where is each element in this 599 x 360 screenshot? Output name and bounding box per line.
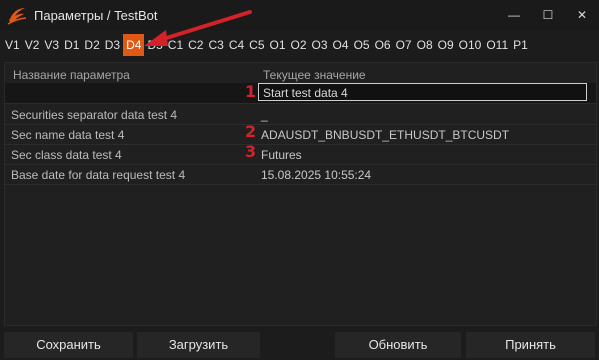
- apply-button[interactable]: Принять: [466, 332, 595, 358]
- tab-v1[interactable]: V1: [3, 34, 22, 56]
- param-name: Sec name data test 4: [11, 128, 125, 142]
- maximize-icon: ☐: [542, 8, 554, 22]
- minimize-icon: —: [508, 8, 520, 22]
- save-button[interactable]: Сохранить: [4, 332, 133, 358]
- param-value: _: [261, 108, 268, 122]
- table-row[interactable]: Securities separator data test 4 _: [5, 104, 596, 125]
- table-row[interactable]: Sec class data test 4 Futures: [5, 144, 596, 165]
- button-bar: Сохранить Загрузить Обновить Принять: [0, 330, 599, 360]
- value-edit-field[interactable]: Start test data 4: [258, 83, 587, 101]
- column-header-name: Название параметра: [13, 68, 130, 82]
- annotation-number-2: 2: [245, 122, 257, 141]
- maximize-button[interactable]: ☐: [531, 0, 565, 30]
- pointer-arrow-annotation: [144, 10, 252, 46]
- tab-v3[interactable]: V3: [42, 34, 62, 56]
- tab-o7[interactable]: O7: [393, 34, 414, 56]
- load-button[interactable]: Загрузить: [137, 332, 260, 358]
- param-name: Base date for data request test 4: [11, 168, 186, 182]
- refresh-button[interactable]: Обновить: [335, 332, 461, 358]
- close-icon: ✕: [576, 8, 588, 22]
- column-header-value: Текущее значение: [263, 68, 366, 82]
- tab-o10[interactable]: O10: [456, 34, 484, 56]
- tab-o4[interactable]: O4: [330, 34, 351, 56]
- tab-o11[interactable]: O11: [484, 34, 511, 56]
- annotation-number-1: 1: [245, 82, 257, 101]
- tab-v2[interactable]: V2: [22, 34, 42, 56]
- tab-d1[interactable]: D1: [62, 34, 82, 56]
- table-row[interactable]: Sec name data test 4 ADAUSDT_BNBUSDT_ETH…: [5, 124, 596, 145]
- close-button[interactable]: ✕: [565, 0, 599, 30]
- table-row[interactable]: Base date for data request test 4 15.08.…: [5, 164, 596, 185]
- tab-o8[interactable]: O8: [414, 34, 435, 56]
- tab-o3[interactable]: O3: [309, 34, 330, 56]
- tab-p1[interactable]: P1: [511, 34, 530, 56]
- param-value: Futures: [261, 148, 302, 162]
- parameters-table: Название параметра Текущее значение Star…: [4, 62, 597, 326]
- param-value: 15.08.2025 10:55:24: [261, 168, 372, 182]
- tab-d2[interactable]: D2: [82, 34, 102, 56]
- param-name: Sec class data test 4: [11, 148, 122, 162]
- tab-o1[interactable]: O1: [267, 34, 288, 56]
- tab-o2[interactable]: O2: [288, 34, 309, 56]
- app-logo-icon: [7, 8, 27, 25]
- title-bar: Параметры / TestBot — ☐ ✕: [0, 0, 599, 30]
- tab-o6[interactable]: O6: [372, 34, 393, 56]
- tab-o5[interactable]: O5: [351, 34, 372, 56]
- tab-d3[interactable]: D3: [102, 34, 123, 56]
- table-row-edit[interactable]: Start test data 4: [5, 83, 596, 104]
- annotation-number-3: 3: [245, 142, 257, 161]
- param-name: Securities separator data test 4: [11, 108, 178, 122]
- param-value: ADAUSDT_BNBUSDT_ETHUSDT_BTCUSDT: [261, 128, 510, 142]
- tab-o9[interactable]: O9: [435, 34, 456, 56]
- minimize-button[interactable]: —: [497, 0, 531, 30]
